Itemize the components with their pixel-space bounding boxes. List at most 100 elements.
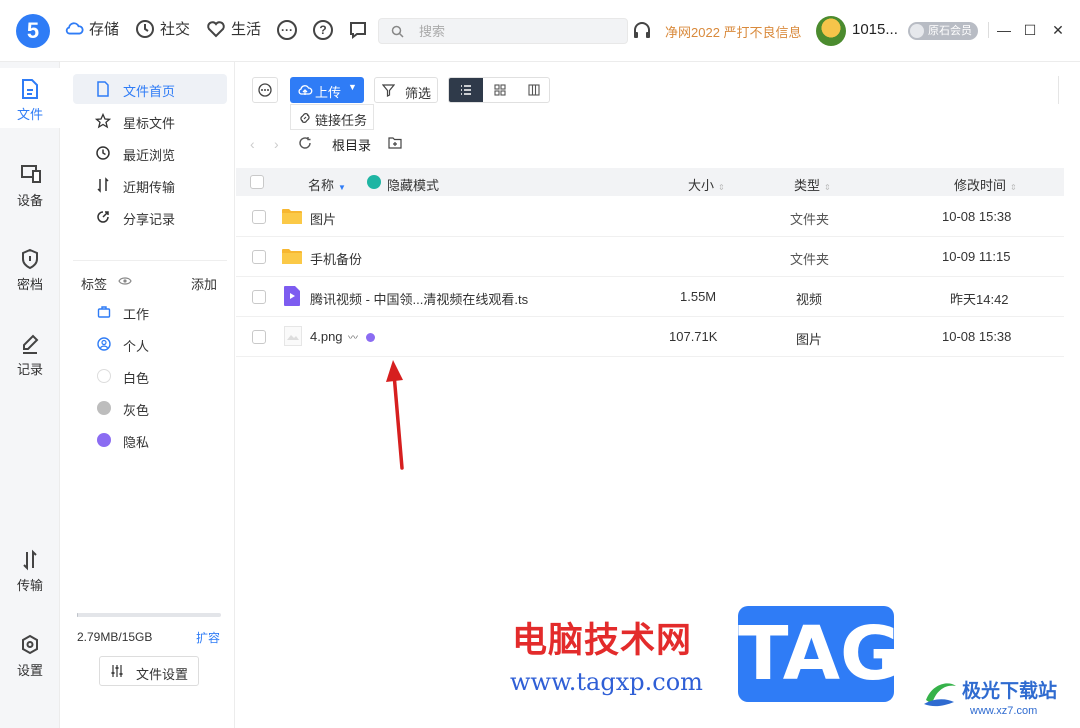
back-icon[interactable]: ‹ — [250, 136, 255, 152]
minimize-icon[interactable]: — — [996, 22, 1012, 38]
select-all-checkbox[interactable] — [250, 175, 264, 189]
sidebar-item-home[interactable]: 文件首页 — [73, 74, 227, 104]
refresh-icon[interactable] — [298, 136, 312, 150]
row-checkbox[interactable] — [252, 250, 266, 264]
forward-icon[interactable]: › — [274, 136, 279, 152]
more-icon — [258, 83, 272, 97]
file-settings-button[interactable]: 文件设置 — [99, 656, 199, 686]
tag-item-private[interactable]: 隐私 — [73, 426, 227, 454]
header-hidden-mode[interactable]: 隐藏模式 — [387, 175, 439, 194]
rail-item-notes[interactable]: 记录 — [0, 323, 60, 383]
heart-icon — [207, 20, 225, 37]
title-divider — [988, 22, 989, 38]
search-box[interactable] — [378, 18, 628, 44]
header-size[interactable]: 大小 ⇕ — [688, 175, 725, 194]
new-folder-icon[interactable] — [388, 136, 402, 149]
private-tag-dot-icon — [366, 333, 375, 342]
rail-label-settings: 设置 — [16, 663, 43, 678]
sidebar-item-label: 近期传输 — [123, 180, 176, 195]
header-name-label: 名称 — [308, 178, 335, 193]
nav-life-label: 生活 — [231, 21, 262, 38]
upload-label: 上传 — [315, 85, 342, 100]
add-tag-button[interactable]: 添加 — [191, 274, 217, 293]
rail-item-vault[interactable]: 密档 — [0, 238, 60, 298]
file-type: 文件夹 — [790, 252, 830, 267]
headset-icon[interactable] — [632, 20, 652, 40]
nav-life[interactable]: 生活 — [206, 18, 261, 39]
file-type: 文件夹 — [790, 212, 830, 227]
file-type: 视频 — [796, 292, 823, 307]
sort-down-icon: ▼ — [338, 183, 346, 192]
tag-item-gray[interactable]: 灰色 — [73, 394, 227, 422]
transfer-icon — [23, 549, 37, 571]
filter-button[interactable]: 筛选 — [374, 77, 438, 103]
rail-item-files[interactable]: 文件 — [0, 68, 60, 128]
sidebar-divider — [73, 260, 227, 261]
table-row[interactable]: 手机备份 文件夹 10-09 11:15 — [236, 237, 1064, 277]
file-name: 图片 — [310, 212, 337, 227]
view-toggle — [448, 77, 550, 103]
avatar[interactable] — [816, 16, 846, 46]
row-checkbox[interactable] — [252, 210, 266, 224]
pen-icon — [23, 334, 39, 354]
tag-item-white[interactable]: 白色 — [73, 362, 227, 390]
header-type-label: 类型 — [794, 178, 821, 193]
more-icon[interactable]: ··· — [277, 20, 297, 40]
row-checkbox[interactable] — [252, 330, 266, 344]
nav-storage[interactable]: 存储 — [64, 18, 119, 39]
header-type[interactable]: 类型 ⇕ — [794, 175, 831, 194]
rail-item-devices[interactable]: 设备 — [0, 154, 60, 214]
file-modified: 10-08 15:38 — [942, 329, 1012, 344]
rail-item-settings[interactable]: 设置 — [0, 624, 60, 684]
expand-storage-link[interactable]: 扩容 — [196, 629, 220, 646]
sidebar-item-transfers[interactable]: 近期传输 — [73, 170, 227, 200]
maximize-icon[interactable]: ☐ — [1022, 22, 1038, 38]
rail-label-transfer: 传输 — [16, 578, 43, 593]
app-logo[interactable]: 5 — [16, 14, 50, 48]
sliders-icon — [111, 665, 123, 677]
promo-text[interactable]: 净网2022 严打不良信息 — [665, 22, 802, 41]
message-icon[interactable] — [348, 20, 368, 40]
rail-item-transfer[interactable]: 传输 — [0, 539, 60, 599]
close-icon[interactable]: ✕ — [1050, 22, 1066, 38]
list-icon — [461, 85, 471, 95]
file-type: 图片 — [796, 332, 823, 347]
link-task-menu-item[interactable]: 链接任务 — [290, 104, 374, 130]
watermark-site-name: 电脑技术网 — [512, 621, 693, 661]
file-settings-label: 文件设置 — [136, 667, 189, 682]
breadcrumb-root[interactable]: 根目录 — [332, 135, 371, 154]
upload-button[interactable]: 上传 ▼ — [290, 77, 364, 103]
table-row[interactable]: 腾讯视频 - 中国领...清视频在线观看.ts 1.55M 视频 昨天14:42 — [236, 277, 1064, 317]
file-icon — [22, 79, 38, 99]
username[interactable]: 1015... — [852, 21, 898, 38]
tag-item-personal[interactable]: 个人 — [73, 330, 227, 358]
gray-dot-icon — [97, 401, 111, 415]
header-name[interactable]: 名称 ▼ — [308, 175, 346, 194]
more-options-button[interactable] — [252, 77, 278, 103]
sidebar-item-shares[interactable]: 分享记录 — [73, 202, 227, 232]
nav-social[interactable]: 社交 — [135, 18, 190, 39]
sidebar-item-recent[interactable]: 最近浏览 — [73, 138, 227, 168]
sidebar-item-starred[interactable]: 星标文件 — [73, 106, 227, 136]
search-input[interactable] — [419, 22, 609, 40]
vip-badge[interactable]: 原石会员 — [908, 22, 978, 40]
storage-progress-fill — [77, 613, 78, 617]
table-row[interactable]: 图片 文件夹 10-08 15:38 — [236, 197, 1064, 237]
list-view-button[interactable] — [449, 78, 483, 102]
tag-item-work[interactable]: 工作 — [73, 298, 227, 326]
grid-icon — [494, 84, 506, 96]
folder-icon — [282, 209, 302, 224]
header-modified[interactable]: 修改时间 ⇕ — [954, 175, 1017, 194]
share-icon — [97, 211, 109, 223]
table-row[interactable]: 4.png 〰 107.71K 图片 10-08 15:38 — [236, 317, 1064, 357]
grid-view-button[interactable] — [483, 78, 517, 102]
row-checkbox[interactable] — [252, 290, 266, 304]
sort-icon: ⇕ — [1010, 183, 1017, 192]
help-icon[interactable]: ? — [313, 20, 333, 40]
file-size: 1.55M — [680, 289, 717, 304]
tag-label: 个人 — [123, 339, 150, 354]
eye-icon[interactable] — [118, 275, 132, 287]
cloud-icon — [65, 21, 84, 34]
columns-view-button[interactable] — [517, 78, 549, 102]
briefcase-icon — [97, 306, 111, 318]
